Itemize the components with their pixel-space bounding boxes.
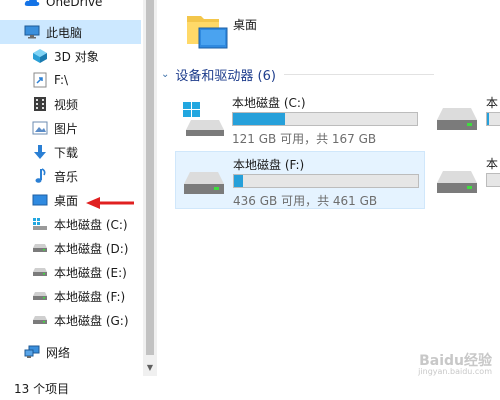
baidu-watermark: Baidu经验 jingyan.baidu.com xyxy=(372,350,492,380)
nav-item-f-shortcut[interactable]: F:\ xyxy=(0,68,141,92)
folder-shortcut-icon xyxy=(32,72,48,88)
drive-icon xyxy=(184,172,224,194)
drive-free-space: 436 GB 可用，共 461 GB xyxy=(233,194,378,208)
nav-item-label: 桌面 xyxy=(54,193,79,208)
nav-item-label: 视频 xyxy=(54,97,79,112)
nav-item-drive-e[interactable]: 本地磁盘 (E:) xyxy=(0,260,141,284)
music-icon xyxy=(32,168,48,184)
computer-icon xyxy=(24,24,40,40)
drive-icon xyxy=(437,108,477,130)
folder-label: 桌面 xyxy=(233,18,258,32)
drive-tile-c[interactable]: 本地磁盘 (C:) 121 GB 可用，共 167 GB xyxy=(175,90,425,146)
nav-item-drive-c[interactable]: 本地磁盘 (C:) xyxy=(0,212,141,236)
drive-name: 本 xyxy=(486,157,499,171)
onedrive-icon xyxy=(24,0,40,10)
nav-item-drive-f[interactable]: 本地磁盘 (F:) xyxy=(0,284,141,308)
nav-item-label: 图片 xyxy=(54,121,79,136)
nav-item-label: 本地磁盘 (C:) xyxy=(54,217,128,232)
red-arrow-annotation-icon xyxy=(86,197,134,209)
drive-name: 本 xyxy=(486,96,499,110)
drive-usage-fill xyxy=(233,113,285,125)
nav-item-label: 音乐 xyxy=(54,169,79,184)
drive-icon xyxy=(437,171,477,193)
drive-name: 本地磁盘 (F:) xyxy=(233,158,305,172)
system-drive-icon xyxy=(183,102,224,136)
nav-item-onedrive[interactable]: OneDrive xyxy=(0,0,141,14)
drive-free-space: 121 GB 可用，共 167 GB xyxy=(232,132,377,146)
drive-icon xyxy=(32,288,48,304)
nav-item-label: OneDrive xyxy=(46,0,103,9)
download-icon xyxy=(32,144,48,160)
devices-section-header[interactable]: ⌄ 设备和驱动器 (6) xyxy=(157,64,434,84)
chevron-down-icon: ⌄ xyxy=(161,68,170,80)
nav-item-label: F:\ xyxy=(54,73,69,87)
navigation-pane: OneDrive 此电脑 3D 对象 F:\ 视频 图片 下载 音乐 桌面 本地… xyxy=(0,0,143,376)
drive-usage-fill xyxy=(487,113,489,125)
desktop-icon xyxy=(32,192,48,208)
drive-usage-bar xyxy=(233,174,419,188)
navigation-scrollbar[interactable]: ▼ xyxy=(143,0,157,376)
nav-item-videos[interactable]: 视频 xyxy=(0,92,141,116)
drive-tile-partial-1[interactable]: 本 xyxy=(429,90,500,146)
nav-item-label: 本地磁盘 (D:) xyxy=(54,241,129,256)
drive-icon xyxy=(32,312,48,328)
drive-usage-bar xyxy=(486,112,500,126)
nav-item-label: 本地磁盘 (E:) xyxy=(54,265,127,280)
drive-usage-bar xyxy=(486,173,500,187)
nav-item-drive-g[interactable]: 本地磁盘 (G:) xyxy=(0,308,141,332)
desktop-folder-item[interactable]: 桌面 xyxy=(185,10,305,54)
drive-icon xyxy=(32,264,48,280)
scrollbar-thumb[interactable] xyxy=(146,0,154,355)
3d-objects-icon xyxy=(32,48,48,64)
watermark-subtext: jingyan.baidu.com xyxy=(418,367,492,376)
nav-item-this-pc[interactable]: 此电脑 xyxy=(0,20,141,44)
nav-item-label: 此电脑 xyxy=(46,25,83,40)
drive-tile-f[interactable]: 本地磁盘 (F:) 436 GB 可用，共 461 GB xyxy=(175,151,425,209)
nav-item-downloads[interactable]: 下载 xyxy=(0,140,141,164)
content-pane: 桌面 ⌄ 设备和驱动器 (6) 本地磁盘 (C:) 121 GB 可用，共 16… xyxy=(157,0,500,376)
section-title: 设备和驱动器 (6) xyxy=(175,68,276,84)
nav-item-drive-d[interactable]: 本地磁盘 (D:) xyxy=(0,236,141,260)
drive-tile-partial-2[interactable]: 本 xyxy=(429,151,500,207)
nav-item-network[interactable]: 网络 xyxy=(0,340,141,364)
drive-name: 本地磁盘 (C:) xyxy=(232,96,306,110)
nav-item-music[interactable]: 音乐 xyxy=(0,164,141,188)
nav-item-pictures[interactable]: 图片 xyxy=(0,116,141,140)
network-icon xyxy=(24,344,40,360)
drive-icon xyxy=(32,240,48,256)
nav-item-label: 下载 xyxy=(54,145,79,160)
scroll-down-arrow-icon[interactable]: ▼ xyxy=(143,360,157,374)
item-count: 13 个项目 xyxy=(14,381,70,396)
nav-item-label: 3D 对象 xyxy=(54,49,99,64)
nav-item-label: 本地磁盘 (F:) xyxy=(54,289,126,304)
system-drive-icon xyxy=(32,216,48,232)
nav-item-3d-objects[interactable]: 3D 对象 xyxy=(0,44,141,68)
drive-usage-bar xyxy=(232,112,418,126)
picture-icon xyxy=(32,120,48,136)
desktop-folder-icon xyxy=(187,16,228,49)
drive-usage-fill xyxy=(234,175,244,187)
nav-item-label: 本地磁盘 (G:) xyxy=(54,313,129,328)
nav-item-label: 网络 xyxy=(46,345,71,360)
video-icon xyxy=(32,96,48,112)
